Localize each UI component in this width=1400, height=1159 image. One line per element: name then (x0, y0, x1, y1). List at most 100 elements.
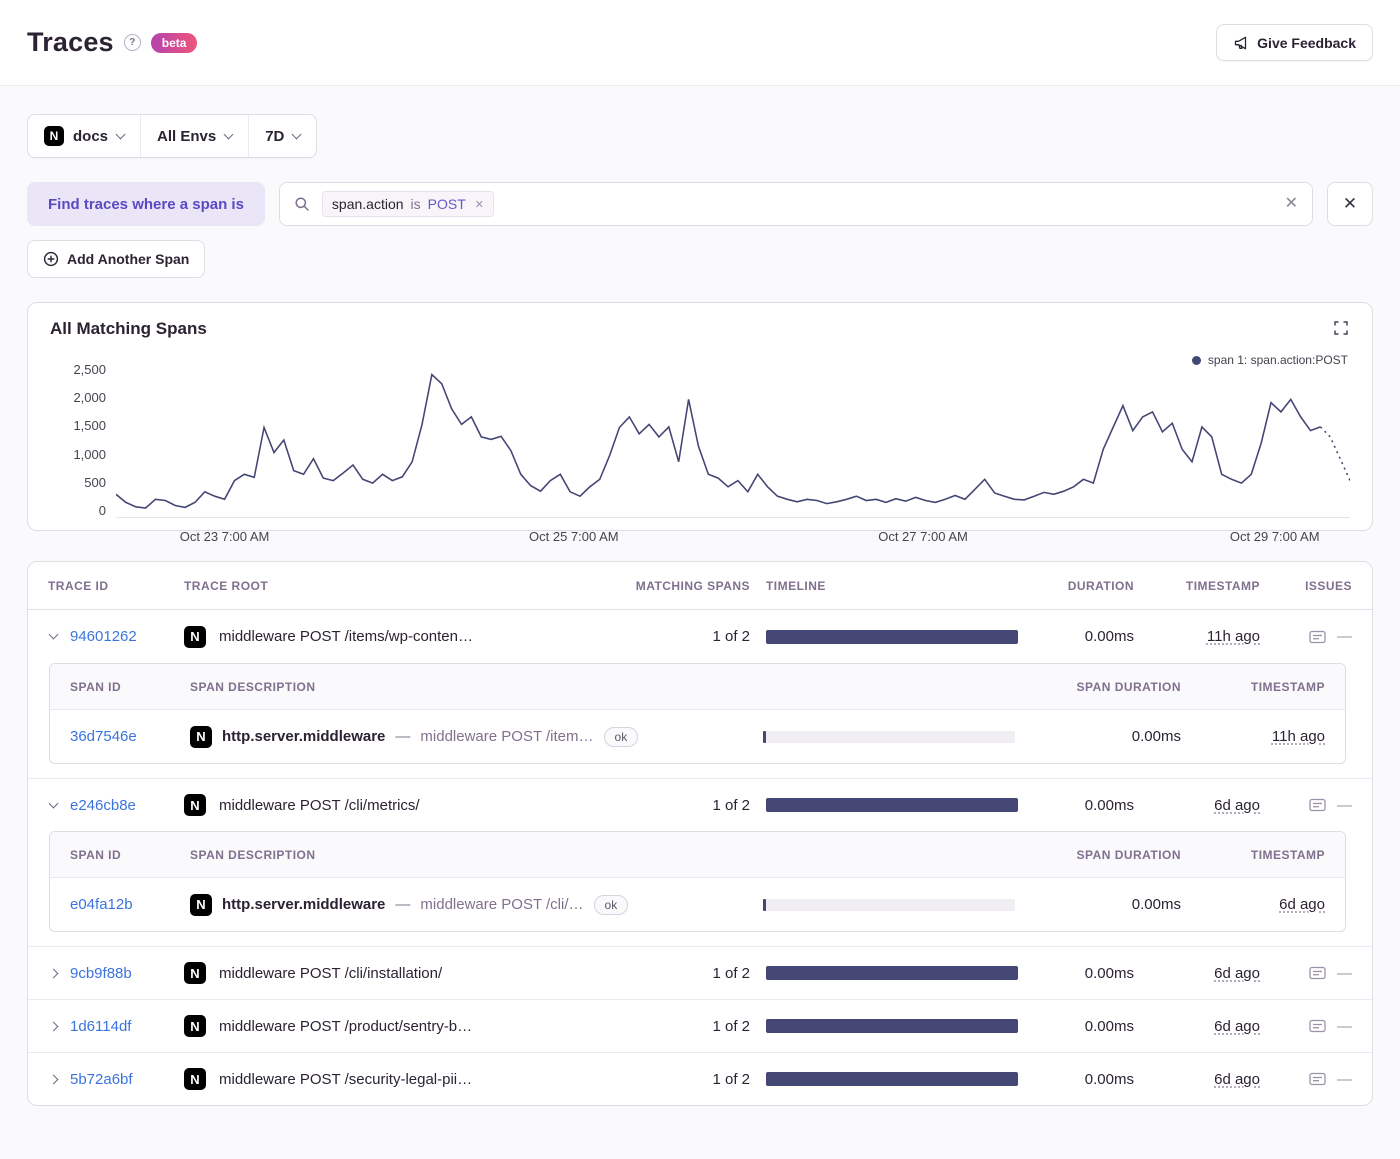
separator: — (395, 896, 411, 913)
project-logo-icon: N (190, 893, 212, 916)
megaphone-icon (1235, 36, 1247, 49)
help-icon[interactable]: ? (123, 34, 141, 51)
timeline-bar[interactable] (766, 966, 1018, 980)
project-logo-icon: N (184, 1015, 206, 1037)
expand-chevron-icon[interactable] (48, 798, 59, 809)
span-duration: 0.00ms (1131, 728, 1181, 745)
issues-empty: — (1337, 628, 1352, 645)
token-key[interactable]: span.action (332, 196, 404, 212)
find-traces-label: Find traces where a span is (27, 182, 265, 226)
trace-id-link[interactable]: 94601262 (70, 628, 137, 645)
span-timeline-track[interactable] (763, 898, 1015, 911)
y-tick: 0 (98, 502, 106, 518)
chevron-down-icon (291, 129, 302, 139)
project-logo-icon: N (184, 962, 206, 984)
trace-timestamp[interactable]: 6d ago (1214, 1018, 1260, 1035)
span-header-row: Span ID Span Description Span Duration T… (50, 664, 1345, 710)
trace-id-link[interactable]: 9cb9f88b (70, 965, 132, 982)
chart-line-dashed (1319, 426, 1350, 481)
token-value[interactable]: POST (428, 196, 466, 212)
project-filter-label: docs (73, 127, 109, 145)
environment-filter[interactable]: All Envs (140, 115, 248, 157)
col-header-span-description: Span Description (190, 847, 316, 862)
expand-chevron-icon[interactable] (48, 1074, 59, 1085)
expand-chevron-icon[interactable] (48, 968, 59, 979)
col-header-span-description: Span Description (190, 679, 316, 694)
chart-plot[interactable]: Oct 23 7:00 AM Oct 25 7:00 AM Oct 27 7:0… (116, 362, 1350, 544)
expand-chevron-icon[interactable] (48, 1021, 59, 1032)
col-header-span-timestamp: Timestamp (1250, 847, 1325, 862)
trace-root-text: middleware POST /security-legal-pii… (219, 1070, 473, 1088)
trace-id-link[interactable]: 1d6114df (70, 1018, 131, 1035)
page-header: Traces ? beta Give Feedback (0, 0, 1400, 86)
span-op: http.server.middleware (222, 728, 386, 745)
trace-timestamp[interactable]: 6d ago (1214, 965, 1260, 982)
matching-spans: 1 of 2 (712, 964, 750, 982)
plus-circle-icon (43, 251, 59, 267)
matching-spans: 1 of 2 (712, 1070, 750, 1088)
add-span-row: Add Another Span (27, 240, 1373, 278)
issues-empty: — (1337, 964, 1352, 982)
timeline-bar[interactable] (766, 1019, 1018, 1033)
table-row: 94601262 N middleware POST /items/wp-con… (28, 610, 1372, 663)
col-header-timeline: Timeline (766, 578, 826, 593)
matching-spans: 1 of 2 (712, 628, 750, 645)
span-id-link[interactable]: e04fa12b (70, 896, 133, 913)
add-another-span-button[interactable]: Add Another Span (27, 240, 206, 278)
project-logo-icon: N (184, 625, 206, 648)
timeline-bar[interactable] (766, 629, 1018, 644)
remove-span-filter-button[interactable]: ✕ (1327, 182, 1373, 226)
table-header-row: Trace ID Trace Root Matching Spans Timel… (28, 562, 1372, 610)
span-id-link[interactable]: 36d7546e (70, 728, 137, 745)
span-search-bar[interactable]: span.action is POST ✕ ✕ (278, 182, 1313, 226)
x-tick: Oct 27 7:00 AM (878, 529, 968, 544)
span-filter-row: Find traces where a span is span.action … (27, 182, 1373, 226)
trace-id-link[interactable]: 5b72a6bf (70, 1071, 133, 1088)
give-feedback-button[interactable]: Give Feedback (1216, 24, 1373, 61)
col-header-matching-spans: Matching Spans (635, 578, 750, 593)
clear-search-icon[interactable]: ✕ (1285, 196, 1298, 212)
give-feedback-label: Give Feedback (1257, 34, 1356, 51)
x-tick: Oct 23 7:00 AM (179, 529, 270, 544)
span-timeline-fill (763, 898, 766, 911)
issues-empty: — (1337, 1017, 1352, 1035)
span-timeline-track[interactable] (763, 730, 1015, 743)
chart-body: 2,500 2,000 1,500 1,000 500 0 Oct 23 7:0… (50, 362, 1350, 544)
project-logo-icon: N (190, 725, 212, 748)
issues-icon (1309, 1019, 1326, 1033)
search-token[interactable]: span.action is POST ✕ (321, 191, 494, 217)
timeline-bar[interactable] (766, 1072, 1018, 1086)
trace-timestamp[interactable]: 6d ago (1214, 797, 1260, 814)
span-timestamp[interactable]: 6d ago (1279, 896, 1325, 913)
trace-timestamp[interactable]: 6d ago (1214, 1071, 1260, 1088)
token-remove-icon[interactable]: ✕ (475, 198, 484, 211)
add-another-span-label: Add Another Span (67, 251, 190, 267)
beta-badge: beta (150, 32, 198, 53)
trace-timestamp[interactable]: 11h ago (1207, 628, 1260, 645)
separator: — (395, 728, 411, 745)
page-body: N docs All Envs 7D Find traces where a s… (0, 86, 1400, 1106)
trace-duration: 0.00ms (1084, 1017, 1134, 1035)
chart-title: All Matching Spans (50, 319, 207, 338)
span-subtable: Span ID Span Description Span Duration T… (49, 831, 1346, 932)
traces-table: Trace ID Trace Root Matching Spans Timel… (27, 561, 1373, 1106)
y-tick: 2,500 (73, 362, 106, 377)
project-filter[interactable]: N docs (28, 115, 140, 157)
span-op: http.server.middleware (222, 896, 386, 913)
timeline-bar[interactable] (766, 798, 1018, 812)
trace-root-text: middleware POST /cli/installation/ (219, 964, 443, 982)
expand-chevron-icon[interactable] (48, 629, 59, 640)
token-operator[interactable]: is (411, 196, 421, 212)
col-header-span-duration: Span Duration (1076, 847, 1181, 862)
span-header-row: Span ID Span Description Span Duration T… (50, 832, 1345, 878)
span-timestamp[interactable]: 11h ago (1272, 728, 1325, 745)
fullscreen-icon[interactable] (1332, 319, 1350, 340)
chart-x-axis: Oct 23 7:00 AM Oct 25 7:00 AM Oct 27 7:0… (116, 522, 1350, 548)
col-header-span-id: Span ID (70, 847, 122, 862)
issues-icon (1309, 966, 1326, 980)
col-header-trace-id: Trace ID (48, 578, 109, 593)
trace-id-link[interactable]: e246cb8e (70, 797, 136, 814)
col-header-issues: Issues (1305, 578, 1352, 593)
table-row: 5b72a6bf N middleware POST /security-leg… (28, 1052, 1372, 1105)
date-range-filter[interactable]: 7D (248, 115, 316, 157)
